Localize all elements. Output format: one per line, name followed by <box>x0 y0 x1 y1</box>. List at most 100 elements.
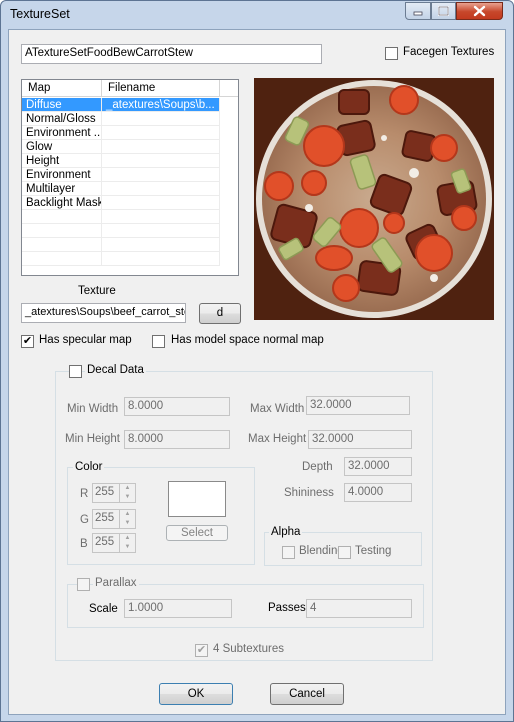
list-item-map: Environment ... <box>22 126 102 140</box>
list-item-map: Diffuse <box>22 98 102 112</box>
subtextures-label: 4 Subtextures <box>213 643 284 655</box>
list-item[interactable]: Multilayer <box>22 182 238 196</box>
list-item-map: Multilayer <box>22 182 102 196</box>
list-item[interactable]: Backlight Mask <box>22 196 238 210</box>
column-header-filename[interactable]: Filename <box>102 80 220 97</box>
blending-checkbox[interactable] <box>282 546 295 559</box>
list-item-map: Backlight Mask <box>22 196 102 210</box>
spin-down-icon[interactable]: ▼ <box>119 519 135 528</box>
minimize-button[interactable] <box>405 2 431 20</box>
list-empty-row <box>22 238 238 252</box>
dialog-client: ATextureSetFoodBewCarrotStew Facegen Tex… <box>8 29 506 715</box>
cancel-button[interactable]: Cancel <box>270 683 344 705</box>
list-item-map: Height <box>22 154 102 168</box>
testing-label: Testing <box>355 545 392 557</box>
check-mark-icon: ✔ <box>22 335 33 347</box>
has-specular-label: Has specular map <box>39 334 132 346</box>
list-item-filename <box>102 112 220 126</box>
spin-up-icon[interactable]: ▲ <box>119 510 135 519</box>
shininess-input[interactable]: 4.0000 <box>344 483 412 502</box>
min-width-label: Min Width <box>67 403 119 415</box>
has-model-space-checkbox[interactable] <box>152 335 165 348</box>
list-item-map: Glow <box>22 140 102 154</box>
list-item-map <box>22 252 102 266</box>
list-item-filename <box>102 196 220 210</box>
column-header-map[interactable]: Map <box>22 80 102 97</box>
depth-label: Depth <box>302 461 333 473</box>
parallax-checkbox[interactable] <box>77 578 90 591</box>
decal-data-checkbox[interactable] <box>69 365 82 378</box>
list-item[interactable]: Diffuse _atextures\Soups\b... <box>22 98 238 112</box>
min-height-input[interactable]: 8.0000 <box>124 430 230 449</box>
list-item-filename <box>102 238 220 252</box>
list-item-map <box>22 224 102 238</box>
list-item[interactable]: Height <box>22 154 238 168</box>
alpha-group-label: Alpha <box>269 526 303 538</box>
min-width-input[interactable]: 8.0000 <box>124 397 230 416</box>
list-empty-row <box>22 252 238 266</box>
scale-input[interactable]: 1.0000 <box>124 599 232 618</box>
max-height-input[interactable]: 32.0000 <box>308 430 412 449</box>
color-r-spinner[interactable]: 255 ▲ ▼ <box>92 483 136 503</box>
color-r-value: 255 <box>95 486 115 498</box>
color-g-label: G <box>80 514 89 526</box>
facegen-checkbox[interactable] <box>385 47 398 60</box>
max-height-label: Max Height <box>248 433 307 445</box>
list-item[interactable]: Glow <box>22 140 238 154</box>
spin-up-icon[interactable]: ▲ <box>119 484 135 493</box>
color-g-spinner[interactable]: 255 ▲ ▼ <box>92 509 136 529</box>
parallax-label: Parallax <box>93 577 139 589</box>
list-empty-row <box>22 210 238 224</box>
texture-label: Texture <box>78 285 116 297</box>
spin-down-icon[interactable]: ▼ <box>119 543 135 552</box>
list-item-filename <box>102 182 220 196</box>
color-group-label: Color <box>73 461 105 473</box>
list-item-map <box>22 210 102 224</box>
depth-input[interactable]: 32.0000 <box>344 457 412 476</box>
color-b-value: 255 <box>95 536 115 548</box>
ok-button[interactable]: OK <box>159 683 233 705</box>
spin-down-icon[interactable]: ▼ <box>119 493 135 502</box>
list-empty-row <box>22 224 238 238</box>
has-specular-checkbox[interactable]: ✔ <box>21 335 34 348</box>
editor-id-input[interactable]: ATextureSetFoodBewCarrotStew <box>21 44 322 64</box>
texture-path-input[interactable]: _atextures\Soups\beef_carrot_ste <box>21 303 186 323</box>
color-swatch[interactable] <box>168 481 226 517</box>
color-b-spinner[interactable]: 255 ▲ ▼ <box>92 533 136 553</box>
list-item-map: Normal/Gloss <box>22 112 102 126</box>
column-header-filler <box>220 80 238 97</box>
has-model-space-label: Has model space normal map <box>171 334 324 346</box>
texture-preview <box>254 78 494 320</box>
subtextures-checkbox[interactable]: ✔ <box>195 644 208 657</box>
passes-input[interactable]: 4 <box>306 599 412 618</box>
spin-up-icon[interactable]: ▲ <box>119 534 135 543</box>
list-item[interactable]: Environment ... <box>22 126 238 140</box>
list-item-filename: _atextures\Soups\b... <box>102 98 220 112</box>
color-g-value: 255 <box>95 512 115 524</box>
decal-data-label: Decal Data <box>85 364 146 376</box>
close-button[interactable] <box>456 2 503 20</box>
list-item-filename <box>102 210 220 224</box>
list-item-filename <box>102 140 220 154</box>
select-color-button[interactable]: Select <box>166 525 228 541</box>
list-item[interactable]: Environment <box>22 168 238 182</box>
list-item-filename <box>102 168 220 182</box>
close-icon <box>473 5 486 17</box>
maximize-button[interactable] <box>431 2 456 20</box>
map-list[interactable]: Map Filename Diffuse _atextures\Soups\b..… <box>21 79 239 276</box>
min-height-label: Min Height <box>65 433 120 445</box>
color-b-label: B <box>80 538 88 550</box>
title-bar[interactable]: TextureSet <box>1 1 513 29</box>
stew-preview-image <box>254 78 494 320</box>
load-image-button[interactable]: d Image <box>199 303 241 324</box>
list-item-filename <box>102 224 220 238</box>
list-item[interactable]: Normal/Gloss <box>22 112 238 126</box>
check-mark-icon: ✔ <box>196 644 207 656</box>
max-width-input[interactable]: 32.0000 <box>306 396 410 415</box>
color-r-label: R <box>80 488 89 500</box>
testing-checkbox[interactable] <box>338 546 351 559</box>
minimize-icon <box>413 11 423 16</box>
max-width-label: Max Width <box>250 403 305 415</box>
shininess-label: Shininess <box>284 487 334 499</box>
list-item-filename <box>102 154 220 168</box>
